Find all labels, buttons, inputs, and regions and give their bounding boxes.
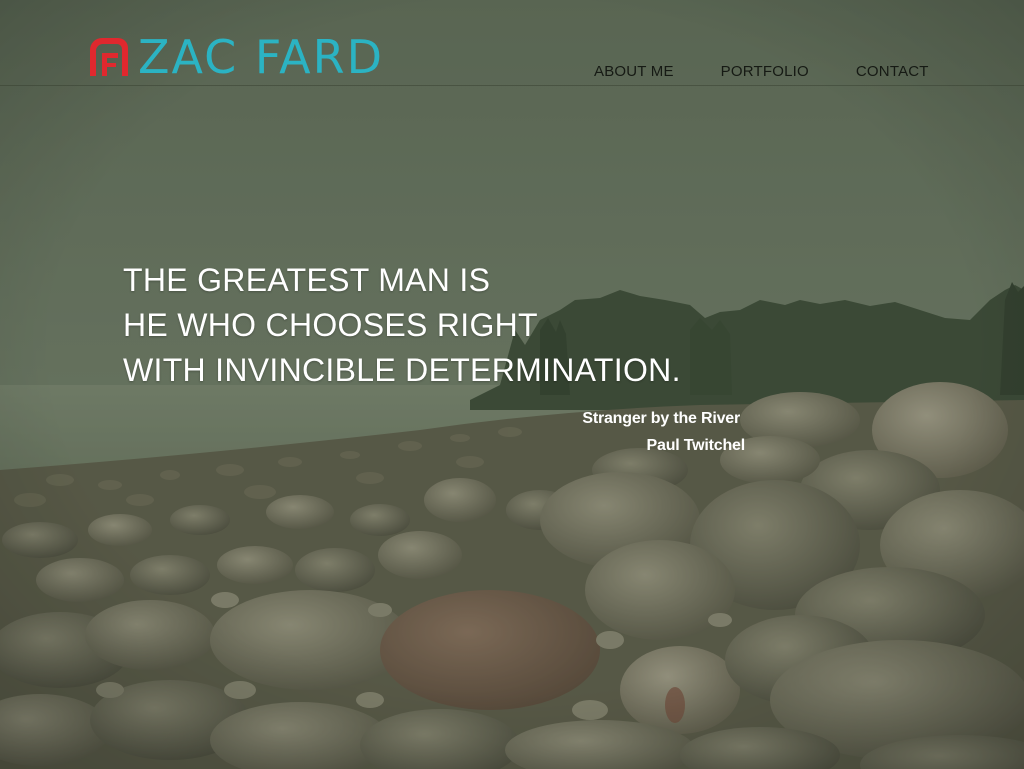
nav-about-me[interactable]: ABOUT ME [594, 63, 674, 80]
nav-portfolio[interactable]: PORTFOLIO [721, 63, 809, 80]
quote-line: WITH INVINCIBLE DETERMINATION. [123, 352, 681, 388]
site-logo[interactable]: ZAC FARD [88, 34, 384, 80]
brand-name: ZAC FARD [138, 30, 384, 84]
quote-line: THE GREATEST MAN IS [123, 262, 491, 298]
nav-contact[interactable]: CONTACT [856, 63, 929, 80]
quote-source: Stranger by the River Paul Twitchel [480, 405, 745, 459]
site-header: ZAC FARD ABOUT ME PORTFOLIO CONTACT [0, 0, 1024, 86]
quote-source-title: Stranger by the River [582, 410, 740, 427]
hero-quote: THE GREATEST MAN IS HE WHO CHOOSES RIGHT… [123, 258, 681, 393]
main-nav: ABOUT ME PORTFOLIO CONTACT [594, 63, 929, 80]
quote-line: HE WHO CHOOSES RIGHT [123, 307, 538, 343]
quote-source-author: Paul Twitchel [646, 437, 746, 454]
logo-mark-icon [90, 38, 128, 76]
